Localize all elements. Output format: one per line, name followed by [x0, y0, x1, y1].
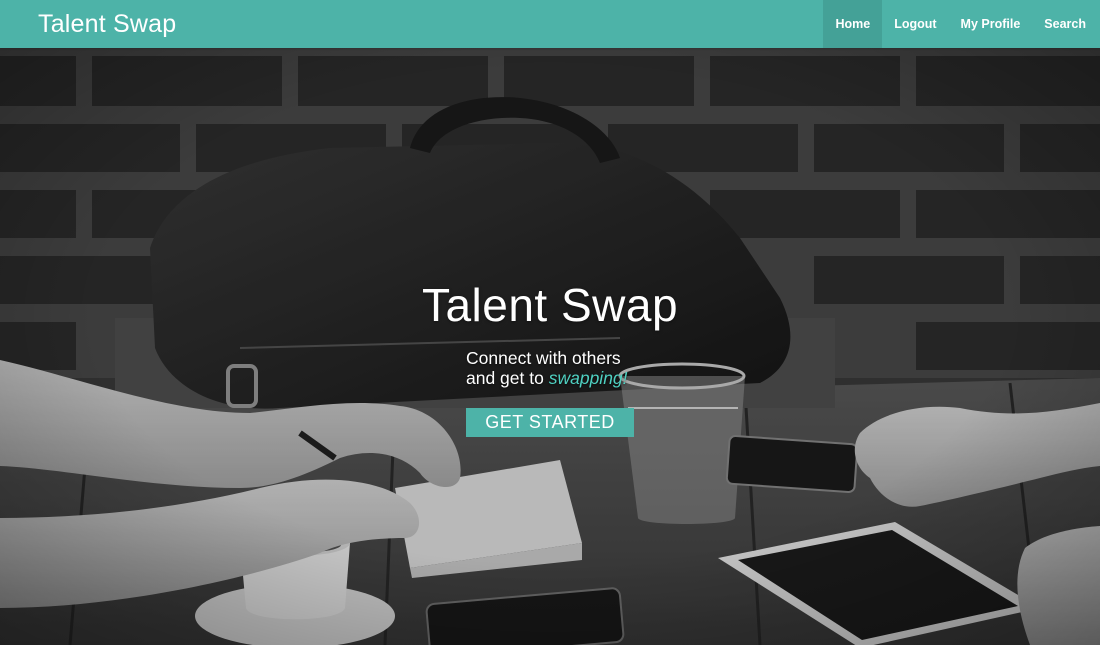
tagline-line-2: and get to swapping!: [466, 368, 666, 388]
nav-home[interactable]: Home: [823, 0, 883, 48]
top-navbar: Talent Swap Home Logout My Profile Searc…: [0, 0, 1100, 48]
tagline-line-2-prefix: and get to: [466, 368, 549, 388]
nav-logout[interactable]: Logout: [882, 0, 948, 48]
brand-logo[interactable]: Talent Swap: [38, 10, 176, 39]
hero-tagline: Connect with others and get to swapping!: [466, 348, 666, 388]
hero-content: Talent Swap Connect with others and get …: [0, 48, 1100, 645]
get-started-button[interactable]: GET STARTED: [466, 408, 634, 437]
tagline-line-1: Connect with others: [466, 348, 621, 368]
nav-links: Home Logout My Profile Search: [823, 0, 1100, 48]
nav-search[interactable]: Search: [1032, 0, 1100, 48]
nav-my-profile[interactable]: My Profile: [949, 0, 1033, 48]
tagline-accent-word: swapping!: [548, 368, 628, 388]
hero-title: Talent Swap: [421, 279, 679, 331]
